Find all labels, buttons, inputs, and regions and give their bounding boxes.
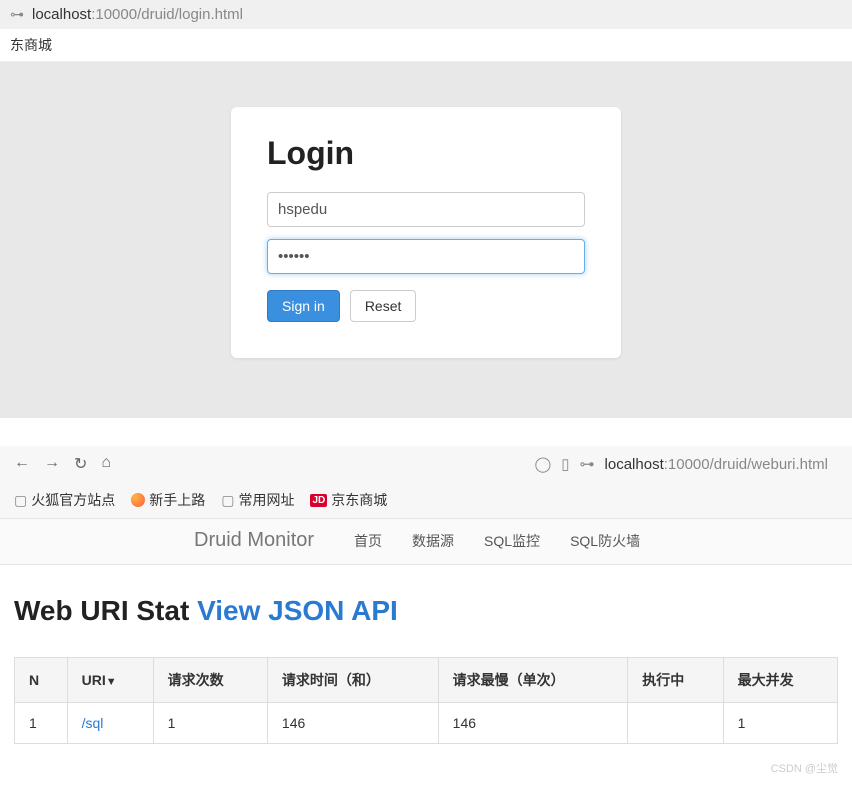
watermark: CSDN @尘觉 bbox=[0, 754, 852, 782]
col-max-concurrent[interactable]: 最大并发 bbox=[723, 658, 837, 703]
bookmark-jd-mall[interactable]: JD 京东商城 bbox=[310, 490, 387, 510]
jd-icon: JD bbox=[310, 494, 327, 507]
url-bar-bottom[interactable]: ◯ ▯ ⊶ localhost:10000/druid/weburi.html bbox=[534, 455, 838, 473]
table-header-row: N URI▼ 请求次数 请求时间（和） 请求最慢（单次） 执行中 最大并发 bbox=[15, 658, 838, 703]
monitor-nav-bar: Druid Monitor 首页 数据源 SQL监控 SQL防火墙 bbox=[0, 519, 852, 565]
bookmark-common-urls[interactable]: ▢ 常用网址 bbox=[221, 490, 294, 510]
col-uri[interactable]: URI▼ bbox=[67, 658, 153, 703]
login-title: Login bbox=[267, 135, 585, 172]
signin-button[interactable]: Sign in bbox=[267, 290, 340, 322]
heading-text: Web URI Stat bbox=[14, 595, 197, 626]
url-text-top[interactable]: localhost:10000/druid/login.html bbox=[32, 6, 243, 23]
table-row: 1 /sql 1 146 146 1 bbox=[15, 703, 838, 744]
cell-req-slowest: 146 bbox=[438, 703, 628, 744]
cell-running bbox=[628, 703, 723, 744]
url-bar-top: ⊶ localhost:10000/druid/login.html bbox=[0, 0, 852, 29]
forward-icon[interactable]: → bbox=[44, 454, 60, 474]
shield-icon[interactable]: ◯ bbox=[534, 455, 551, 473]
page-icon: ▯ bbox=[561, 455, 569, 473]
cell-max-concurrent: 1 bbox=[723, 703, 837, 744]
username-input[interactable] bbox=[267, 192, 585, 227]
bookmark-label: 京东商城 bbox=[331, 490, 387, 510]
login-area: Login Sign in Reset bbox=[0, 62, 852, 418]
bookmark-firefox-official[interactable]: ▢ 火狐官方站点 bbox=[14, 490, 115, 510]
sort-desc-icon: ▼ bbox=[106, 676, 117, 688]
key-icon: ⊶ bbox=[580, 455, 595, 473]
reset-button[interactable]: Reset bbox=[350, 290, 417, 322]
login-card: Login Sign in Reset bbox=[231, 107, 621, 358]
folder-icon: ▢ bbox=[14, 492, 27, 509]
back-icon[interactable]: ← bbox=[14, 454, 30, 474]
password-input[interactable] bbox=[267, 239, 585, 274]
reload-icon[interactable]: ↻ bbox=[74, 454, 87, 474]
url-path-bottom: :10000/druid/weburi.html bbox=[664, 456, 828, 473]
cell-req-time-sum: 146 bbox=[267, 703, 438, 744]
url-path: :10000/druid/login.html bbox=[91, 6, 243, 23]
bookmark-toolbar: ▢ 火狐官方站点 新手上路 ▢ 常用网址 JD 京东商城 bbox=[0, 482, 852, 519]
home-icon[interactable]: ⌂ bbox=[101, 454, 111, 474]
col-req-count[interactable]: 请求次数 bbox=[153, 658, 267, 703]
bookmark-label: 火狐官方站点 bbox=[31, 490, 115, 510]
col-n[interactable]: N bbox=[15, 658, 68, 703]
nav-sql-firewall[interactable]: SQL防火墙 bbox=[570, 531, 640, 551]
nav-datasource[interactable]: 数据源 bbox=[412, 531, 454, 551]
bookmark-row-top: 东商城 bbox=[0, 29, 852, 62]
page-heading: Web URI Stat View JSON API bbox=[14, 595, 838, 627]
url-text-bottom: localhost:10000/druid/weburi.html bbox=[605, 456, 828, 473]
col-req-slowest[interactable]: 请求最慢（单次） bbox=[438, 658, 628, 703]
monitor-brand[interactable]: Druid Monitor bbox=[194, 529, 314, 552]
col-req-time-sum[interactable]: 请求时间（和） bbox=[267, 658, 438, 703]
url-host: localhost bbox=[32, 6, 91, 23]
nav-sql-monitor[interactable]: SQL监控 bbox=[484, 531, 540, 551]
cell-req-count: 1 bbox=[153, 703, 267, 744]
url-host-bottom: localhost bbox=[605, 456, 664, 473]
bookmark-getting-started[interactable]: 新手上路 bbox=[131, 490, 205, 510]
bookmark-partial-label[interactable]: 东商城 bbox=[10, 37, 52, 53]
nav-home[interactable]: 首页 bbox=[354, 531, 382, 551]
bookmark-label: 常用网址 bbox=[238, 490, 294, 510]
uri-stat-table: N URI▼ 请求次数 请求时间（和） 请求最慢（单次） 执行中 最大并发 1 … bbox=[14, 657, 838, 744]
cell-uri[interactable]: /sql bbox=[67, 703, 153, 744]
key-icon: ⊶ bbox=[10, 6, 24, 23]
firefox-icon bbox=[131, 493, 145, 507]
nav-icons: ← → ↻ ⌂ bbox=[14, 454, 111, 474]
browser-nav-row: ← → ↻ ⌂ ◯ ▯ ⊶ localhost:10000/druid/webu… bbox=[0, 446, 852, 482]
cell-n: 1 bbox=[15, 703, 68, 744]
content-area: Web URI Stat View JSON API N URI▼ 请求次数 请… bbox=[0, 565, 852, 754]
view-json-api-link[interactable]: View JSON API bbox=[197, 595, 398, 626]
col-running[interactable]: 执行中 bbox=[628, 658, 723, 703]
login-buttons: Sign in Reset bbox=[267, 290, 585, 322]
folder-icon: ▢ bbox=[221, 492, 234, 509]
bookmark-label: 新手上路 bbox=[149, 490, 205, 510]
